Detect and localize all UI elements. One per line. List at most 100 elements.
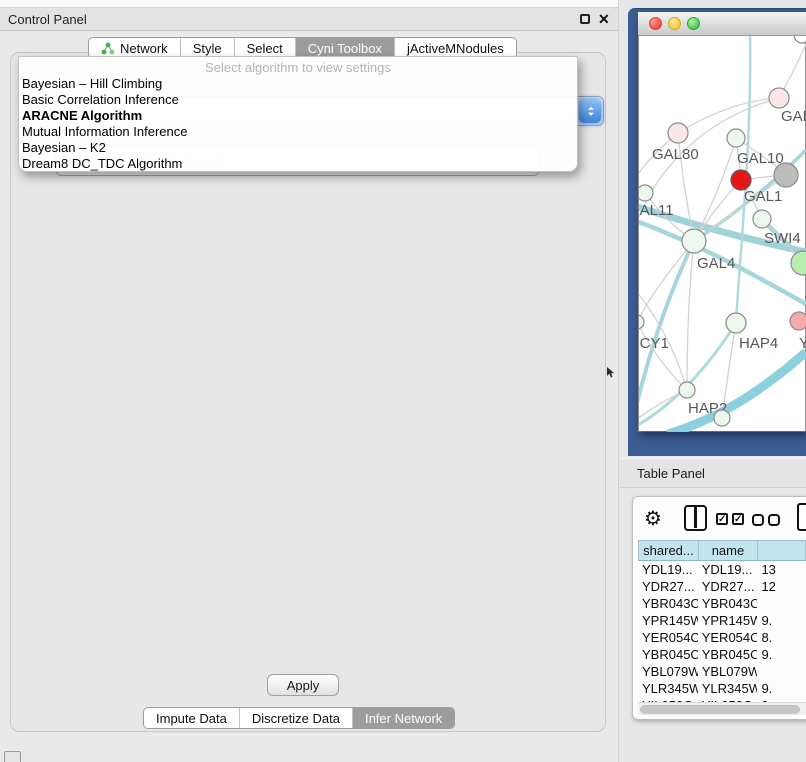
float-window-icon[interactable] <box>580 14 590 24</box>
column-header-shared-name[interactable]: shared... <box>639 541 698 560</box>
network-edge[interactable] <box>687 241 694 390</box>
close-traffic-light-icon[interactable] <box>649 17 662 30</box>
table-cell[interactable]: YLR345W <box>698 680 758 697</box>
table-row[interactable]: YLR345WYLR345W9. <box>638 680 806 697</box>
columns-view-icon[interactable] <box>684 505 707 531</box>
table-cell[interactable]: YBR045C <box>638 646 698 663</box>
network-node[interactable] <box>774 163 798 187</box>
tab-select[interactable]: Select <box>234 38 295 58</box>
network-window-titlebar[interactable] <box>638 12 806 36</box>
table-cell[interactable]: YBL079W <box>698 663 758 680</box>
table-row[interactable]: YDL19...YDL19...13 <box>638 561 806 578</box>
table-cell[interactable]: 13 <box>757 561 806 578</box>
apply-button[interactable]: Apply <box>267 674 339 696</box>
apply-button-label: Apply <box>287 678 320 693</box>
table-cell[interactable]: YDL19... <box>638 561 698 578</box>
table-cell[interactable]: YBL079W <box>638 663 698 680</box>
tab-style[interactable]: Style <box>180 38 234 58</box>
table-cell[interactable]: YPR145W <box>638 612 698 629</box>
table-cell[interactable]: YBR043C <box>698 595 758 612</box>
algorithm-dropdown-popup: Select algorithm to view settings Bayesi… <box>18 56 578 172</box>
zoom-traffic-light-icon[interactable] <box>687 17 700 30</box>
table-cell[interactable]: YLR345W <box>638 680 698 697</box>
table-row[interactable]: YDR27...YDR27...12 <box>638 578 806 595</box>
network-node[interactable] <box>726 313 746 333</box>
table-cell[interactable]: YDR27... <box>638 578 698 595</box>
network-node[interactable] <box>769 88 789 108</box>
network-node[interactable] <box>727 129 745 147</box>
document-icon[interactable] <box>797 503 806 531</box>
table-cell[interactable] <box>757 595 806 612</box>
network-node[interactable] <box>639 315 644 329</box>
combobox-focused-button[interactable] <box>579 99 601 123</box>
table-body: YDL19...YDL19...13YDR27...YDR27...12YBR0… <box>638 561 806 714</box>
tab-style-label: Style <box>193 41 222 56</box>
close-icon[interactable]: ✕ <box>598 11 610 28</box>
cyni-bottom-tabs: Impute Data Discretize Data Infer Networ… <box>143 707 455 729</box>
tab-jactivemnodules-label: jActiveMNodules <box>407 41 504 56</box>
node-label: GAL11 <box>639 202 674 219</box>
select-all-checkbox-icon[interactable]: ✓ <box>716 513 728 525</box>
table-cell[interactable]: 12 <box>757 578 806 595</box>
control-panel-titlebar: Control Panel ✕ <box>0 7 618 31</box>
deselect-all-checkbox-icon[interactable] <box>752 514 764 526</box>
tab-cyni-toolbox-label: Cyni Toolbox <box>308 41 382 56</box>
table-cell[interactable]: 8. <box>757 629 806 646</box>
tab-cyni-toolbox[interactable]: Cyni Toolbox <box>295 38 394 58</box>
table-cell[interactable]: YDR27... <box>698 578 758 595</box>
table-cell[interactable]: YBR043C <box>638 595 698 612</box>
algorithm-option[interactable]: ARACNE Algorithm <box>19 108 577 124</box>
tab-jactivemnodules[interactable]: jActiveMNodules <box>394 38 516 58</box>
node-table: shared... name YDL19...YDL19...13YDR27..… <box>638 540 806 715</box>
algorithm-option[interactable]: Dream8 DC_TDC Algorithm <box>19 156 577 172</box>
network-canvas[interactable]: GALGAL80GAL10GAL1GAL11SWI4GAL4GCY1HAP4YH… <box>639 36 806 432</box>
column-header-name[interactable]: name <box>698 541 757 560</box>
table-row[interactable]: YBL079WYBL079W <box>638 663 806 680</box>
network-node[interactable] <box>639 185 653 201</box>
table-cell[interactable]: 9. <box>757 612 806 629</box>
table-cell[interactable]: 9. <box>757 646 806 663</box>
table-cell[interactable] <box>757 663 806 680</box>
node-label: GAL80 <box>652 146 699 163</box>
tab-discretize-data[interactable]: Discretize Data <box>239 708 352 728</box>
tab-impute-data[interactable]: Impute Data <box>144 708 239 728</box>
table-cell[interactable]: YER054C <box>698 629 758 646</box>
deselect-all-checkbox-icon[interactable] <box>768 514 780 526</box>
algorithm-option[interactable]: Bayesian – Hill Climbing <box>19 76 577 92</box>
table-row[interactable]: YPR145WYPR145W9. <box>638 612 806 629</box>
network-node[interactable] <box>714 410 730 426</box>
network-node[interactable] <box>790 312 806 330</box>
network-node[interactable] <box>682 229 706 253</box>
node-label: HAP4 <box>739 335 778 352</box>
table-cell[interactable]: YDL19... <box>698 561 758 578</box>
network-node[interactable] <box>668 123 688 143</box>
mouse-cursor <box>606 367 615 378</box>
minimize-traffic-light-icon[interactable] <box>668 17 681 30</box>
tab-network[interactable]: Network <box>89 38 180 58</box>
panel-corner-button[interactable] <box>4 751 21 762</box>
tab-infer-network[interactable]: Infer Network <box>352 708 454 728</box>
table-horizontal-scrollbar[interactable] <box>638 702 806 715</box>
gear-icon[interactable]: ⚙ <box>644 506 662 531</box>
column-header-clipped[interactable] <box>757 541 805 560</box>
network-node[interactable] <box>794 36 806 43</box>
table-row[interactable]: YER054CYER054C8. <box>638 629 806 646</box>
select-all-checkbox-icon[interactable]: ✓ <box>732 513 744 525</box>
table-cell[interactable]: 9. <box>757 680 806 697</box>
node-label: GAL <box>781 108 806 125</box>
network-node[interactable] <box>731 170 751 190</box>
network-node[interactable] <box>791 251 806 275</box>
network-node[interactable] <box>753 210 771 228</box>
network-node[interactable] <box>679 382 695 398</box>
table-cell[interactable]: YPR145W <box>698 612 758 629</box>
table-hscroll-thumb[interactable] <box>640 705 800 714</box>
table-row[interactable]: YBR043CYBR043C <box>638 595 806 612</box>
algorithm-option[interactable]: Basic Correlation Inference <box>19 92 577 108</box>
table-row[interactable]: YBR045CYBR045C9. <box>638 646 806 663</box>
node-label: GAL1 <box>744 188 782 205</box>
table-cell[interactable]: YBR045C <box>698 646 758 663</box>
algorithm-option[interactable]: Mutual Information Inference <box>19 124 577 140</box>
table-cell[interactable]: YER054C <box>638 629 698 646</box>
node-label: SWI4 <box>764 230 801 247</box>
algorithm-option[interactable]: Bayesian – K2 <box>19 140 577 156</box>
